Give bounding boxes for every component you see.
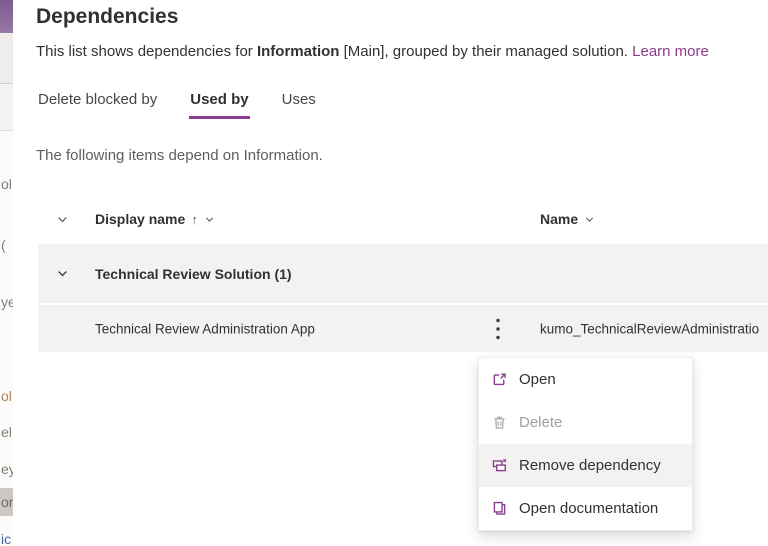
menu-item-open-documentation[interactable]: Open documentation [479,487,692,530]
background-text-fragment: ye [1,294,13,310]
list-description: The following items depend on Informatio… [36,147,323,164]
background-band [0,84,13,130]
group-row-label: Technical Review Solution (1) [95,265,292,282]
name-cell: kumo_TechnicalReviewAdministratio [540,321,760,336]
divider [0,130,13,131]
table-group-row[interactable]: Technical Review Solution (1) [38,244,768,303]
background-page-sliver: ol ( ye ol el ey or ic [0,0,13,546]
dependencies-screen: ol ( ye ol el ey or ic Dependencies This… [0,0,768,546]
open-icon [491,371,508,388]
column-header-name[interactable]: Name [540,200,595,238]
expand-collapse-all-chevron-icon[interactable] [55,212,69,226]
page-title: Dependencies [36,5,179,28]
menu-item-label: Open [519,371,556,388]
dependencies-panel: Dependencies This list shows dependencie… [13,0,768,546]
tab-uses[interactable]: Uses [281,85,317,119]
chevron-down-icon [205,216,213,222]
background-text-fragment: ey [1,461,13,477]
table-row[interactable]: Technical Review Administration App kumo… [38,305,768,352]
delete-icon [491,414,508,431]
column-header-label: Display name [95,211,186,227]
context-menu: Open Delete Remove dependency Open docum… [478,357,693,531]
background-accent-block [0,0,13,33]
column-header-display-name[interactable]: Display name ↑ [95,200,215,238]
subtitle: This list shows dependencies for Informa… [36,43,768,60]
background-text-fragment: ( [1,237,6,253]
subtitle-entity-name: Information [256,43,340,60]
tab-used-by[interactable]: Used by [189,85,250,119]
menu-item-remove-dependency[interactable]: Remove dependency [479,444,692,487]
vertical-ellipsis-icon [496,318,500,339]
background-band [0,33,13,83]
learn-more-link[interactable]: Learn more [632,43,709,60]
background-text-fragment: or [1,494,13,510]
subtitle-suffix: [Main], grouped by their managed solutio… [339,43,633,60]
subtitle-prefix: This list shows dependencies for [36,43,257,60]
menu-item-delete[interactable]: Delete [479,401,692,444]
background-text-fragment: ol [1,176,12,192]
menu-item-open[interactable]: Open [479,358,692,401]
tab-delete-blocked-by[interactable]: Delete blocked by [37,85,158,119]
remove-dependency-icon [491,457,508,474]
sort-ascending-icon: ↑ [191,211,198,227]
background-text-fragment: ic [1,531,12,546]
open-documentation-icon [491,500,508,517]
display-name-cell: Technical Review Administration App [95,321,315,336]
background-text-fragment: el [1,424,12,440]
collapse-group-chevron-icon[interactable] [55,267,69,281]
chevron-down-icon [586,216,594,222]
menu-item-label: Remove dependency [519,457,661,474]
row-more-commands-button[interactable] [488,315,508,343]
column-header-label: Name [540,211,579,227]
tab-bar: Delete blocked by Used by Uses [37,85,317,119]
table-header-row: Display name ↑ Name [38,200,768,238]
menu-item-label: Open documentation [519,500,659,517]
menu-item-label: Delete [519,414,563,431]
background-text-fragment: ol [1,388,12,404]
